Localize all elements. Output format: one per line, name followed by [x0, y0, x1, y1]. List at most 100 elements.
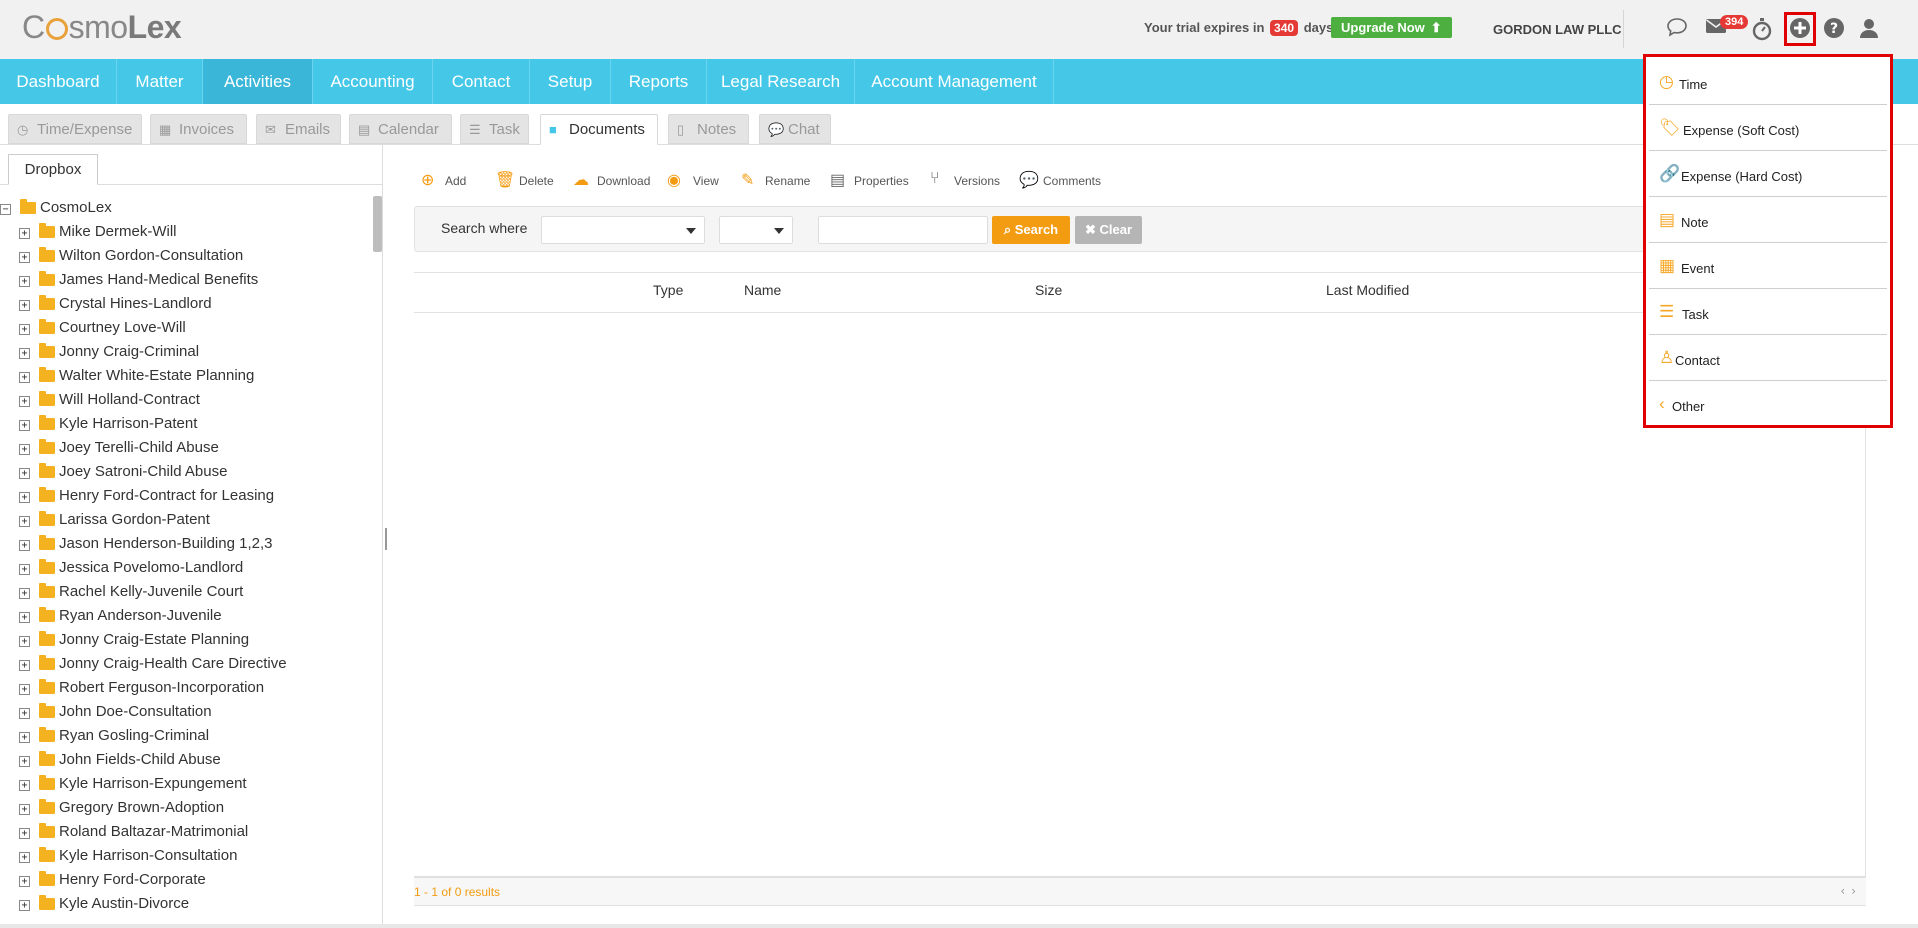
folder-icon: [39, 367, 55, 382]
column-header-size[interactable]: Size: [1035, 282, 1062, 298]
quick-add-expense-soft-cost[interactable]: 🏷 Expense (Soft Cost): [1649, 106, 1887, 151]
quick-add-task[interactable]: ☰ Task: [1649, 290, 1887, 335]
nav-reports[interactable]: Reports: [611, 59, 707, 104]
upgrade-now-button[interactable]: Upgrade Now ⬆: [1331, 17, 1452, 38]
expand-icon[interactable]: +: [19, 300, 30, 311]
tab-invoices[interactable]: ▦ Invoices: [150, 114, 247, 144]
add-button[interactable]: ⊕ Add: [421, 168, 471, 194]
column-header-last-modified[interactable]: Last Modified: [1326, 282, 1409, 298]
quick-add-event[interactable]: ▦ Event: [1649, 244, 1887, 289]
folder-icon: [39, 823, 55, 838]
tab-documents[interactable]: ■ Documents: [540, 114, 658, 145]
search-button[interactable]: ⌕ Search: [992, 216, 1070, 244]
tab-chat[interactable]: 💬 Chat: [759, 114, 831, 144]
expand-icon[interactable]: +: [19, 420, 30, 431]
link-icon: 🔗: [1659, 164, 1681, 183]
expand-icon[interactable]: +: [19, 804, 30, 815]
calendar-icon: ▦: [1659, 256, 1676, 275]
expand-icon[interactable]: +: [19, 228, 30, 239]
tab-notes[interactable]: ▯ Notes: [668, 114, 749, 144]
expand-icon[interactable]: +: [19, 780, 30, 791]
expand-icon[interactable]: +: [19, 660, 30, 671]
expand-icon[interactable]: +: [19, 324, 30, 335]
expand-icon[interactable]: +: [19, 852, 30, 863]
folder-icon: [39, 871, 55, 886]
quick-add-other[interactable]: ‹ Other: [1649, 382, 1887, 427]
user-icon[interactable]: [1856, 14, 1882, 42]
nav-activities[interactable]: Activities: [203, 59, 313, 104]
folder-icon: [39, 439, 55, 454]
nav-legal-research[interactable]: Legal Research: [707, 59, 855, 104]
nav-matter[interactable]: Matter: [117, 59, 203, 104]
expand-icon[interactable]: +: [19, 468, 30, 479]
column-header-type[interactable]: Type: [653, 282, 683, 298]
collapse-icon[interactable]: −: [0, 204, 11, 215]
expand-icon[interactable]: +: [19, 708, 30, 719]
versions-button[interactable]: ⑂ Versions: [930, 168, 1002, 194]
chevron-left-icon[interactable]: ‹: [1840, 884, 1851, 898]
delete-button[interactable]: 🗑 Delete: [495, 168, 555, 194]
stopwatch-icon[interactable]: [1749, 14, 1775, 42]
quick-add-expense-hard-cost[interactable]: 🔗 Expense (Hard Cost): [1649, 152, 1887, 197]
search-input[interactable]: [818, 216, 988, 244]
firm-name[interactable]: GORDON LAW PLLC: [1493, 22, 1622, 37]
calendar-icon: ▤: [358, 122, 371, 137]
view-button[interactable]: ◉ View: [667, 168, 723, 194]
tree-scrollbar-thumb[interactable]: [373, 196, 382, 252]
folder-icon: [39, 343, 55, 358]
quick-add-contact[interactable]: ♙ Contact: [1649, 336, 1887, 381]
expand-icon[interactable]: +: [19, 636, 30, 647]
expand-icon[interactable]: +: [19, 276, 30, 287]
dropbox-tab[interactable]: Dropbox: [8, 154, 98, 185]
expand-icon[interactable]: +: [19, 756, 30, 767]
nav-account-management[interactable]: Account Management: [855, 59, 1054, 104]
expand-icon[interactable]: +: [19, 900, 30, 911]
expand-icon[interactable]: +: [19, 348, 30, 359]
expand-icon[interactable]: +: [19, 732, 30, 743]
quick-add-label: Other: [1672, 399, 1705, 414]
column-header-name[interactable]: Name: [744, 282, 781, 298]
tab-emails[interactable]: ✉ Emails: [256, 114, 341, 144]
expand-icon[interactable]: +: [19, 828, 30, 839]
chevron-right-icon[interactable]: ›: [1851, 884, 1862, 898]
expand-icon[interactable]: +: [19, 492, 30, 503]
search-operator-select[interactable]: [719, 216, 793, 244]
nav-contact[interactable]: Contact: [433, 59, 530, 104]
properties-button[interactable]: ▤ Properties: [830, 168, 912, 194]
nav-setup[interactable]: Setup: [530, 59, 611, 104]
expand-icon[interactable]: +: [19, 444, 30, 455]
open-folder-icon: [20, 199, 36, 214]
expand-icon[interactable]: +: [19, 684, 30, 695]
caret-down-icon: [774, 228, 784, 234]
expand-icon[interactable]: +: [19, 252, 30, 263]
rename-button[interactable]: ✎ Rename: [741, 168, 813, 194]
expand-icon[interactable]: +: [19, 372, 30, 383]
expand-icon[interactable]: +: [19, 876, 30, 887]
expand-icon[interactable]: +: [19, 396, 30, 407]
chat-icon[interactable]: [1664, 14, 1690, 42]
tree-folder-label: Roland Baltazar-Matrimonial: [59, 823, 249, 840]
expand-icon[interactable]: +: [19, 564, 30, 575]
nav-dashboard[interactable]: Dashboard: [0, 59, 117, 104]
cosmolex-logo[interactable]: CsmoLex: [22, 9, 182, 46]
tab-calendar[interactable]: ▤ Calendar: [349, 114, 452, 144]
clear-button[interactable]: ✖ Clear: [1075, 216, 1142, 244]
folder-icon: [39, 247, 55, 262]
tab-time-expense[interactable]: ◷ Time/Expense: [8, 114, 142, 144]
download-button[interactable]: ☁ Download: [573, 168, 653, 194]
tree-folder-label: Kyle Harrison-Consultation: [59, 847, 238, 864]
tab-label: Documents: [569, 121, 645, 138]
expand-icon[interactable]: +: [19, 516, 30, 527]
help-icon[interactable]: ?: [1821, 14, 1847, 42]
quick-add-time[interactable]: ◷ Time: [1649, 60, 1887, 105]
tab-task[interactable]: ☰ Task: [460, 114, 529, 144]
panel-splitter-handle[interactable]: [385, 528, 387, 550]
quick-add-note[interactable]: ▤ Note: [1649, 198, 1887, 243]
plus-circle-icon[interactable]: [1787, 14, 1813, 42]
expand-icon[interactable]: +: [19, 540, 30, 551]
comments-button[interactable]: 💬 Comments: [1019, 168, 1109, 194]
expand-icon[interactable]: +: [19, 588, 30, 599]
expand-icon[interactable]: +: [19, 612, 30, 623]
search-field-select[interactable]: [541, 216, 705, 244]
nav-accounting[interactable]: Accounting: [313, 59, 433, 104]
